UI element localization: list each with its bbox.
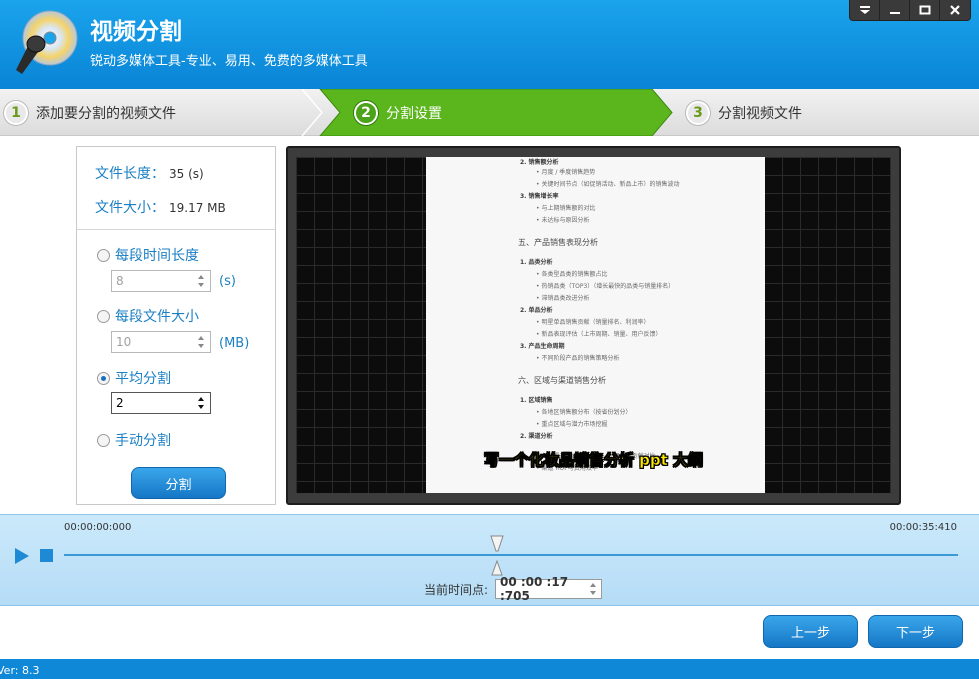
app-header: 视频分割 锐动多媒体工具-专业、易用、免费的多媒体工具 bbox=[0, 0, 979, 89]
document-line: • 关键时间节点（如促销活动、新品上市）的销售波动 bbox=[536, 181, 680, 188]
document-line: 2. 单品分析 bbox=[520, 307, 553, 314]
app-title: 视频分割 bbox=[90, 19, 182, 45]
timeline-track[interactable] bbox=[64, 554, 958, 556]
file-length-row: 文件长度： 35 (s) bbox=[95, 163, 204, 183]
file-size-row: 文件大小： 19.17 MB bbox=[95, 197, 226, 217]
step-label: 分割视频文件 bbox=[718, 105, 802, 122]
video-frame-document: 2. 销售额分析 • 月度 / 季度销售趋势 • 关键时间节点（如促销活动、新品上市… bbox=[426, 157, 765, 493]
document-line: 3. 销售增长率 bbox=[520, 193, 559, 200]
radio-per-duration[interactable] bbox=[97, 248, 110, 262]
version-label: Ver: 8.3 bbox=[0, 664, 40, 677]
step-number: 1 bbox=[4, 100, 28, 125]
split-button[interactable]: 分割 bbox=[131, 467, 226, 499]
document-line: • 未达标与原因分析 bbox=[536, 217, 590, 224]
video-preview: 2. 销售额分析 • 月度 / 季度销售趋势 • 关键时间节点（如促销活动、新品上市… bbox=[286, 146, 901, 505]
steps-bar: 1 添加要分割的视频文件 2 分割设置 3 分割视频文件 bbox=[0, 89, 979, 136]
step-2[interactable]: 2 分割设置 bbox=[354, 89, 442, 136]
document-line: • 不同阶段产品的销售策略分析 bbox=[536, 355, 620, 362]
document-line: • 滞销品类改进分析 bbox=[536, 295, 590, 302]
file-size-label: 文件大小： bbox=[95, 200, 165, 216]
step-number: 3 bbox=[686, 100, 710, 125]
document-line: 1. 品类分析 bbox=[520, 259, 553, 266]
size-stepper[interactable]: 10 bbox=[111, 331, 211, 353]
status-bar: Ver: 8.3 bbox=[0, 659, 979, 679]
start-time: 00:00:00:000 bbox=[64, 522, 132, 533]
timeline-slider-handle[interactable] bbox=[490, 535, 504, 577]
video-subtitle: 写一个化妆品销售分析 ppt 大纲 bbox=[483, 451, 704, 470]
radio-even-split[interactable] bbox=[97, 371, 110, 385]
document-line: 2. 销售额分析 bbox=[520, 159, 559, 166]
size-value: 10 bbox=[116, 335, 132, 349]
document-line: • 月度 / 季度销售趋势 bbox=[536, 169, 596, 176]
maximize-icon[interactable] bbox=[910, 0, 940, 20]
even-count-stepper[interactable]: 2 bbox=[111, 392, 211, 414]
document-line: • 各地区销售额分布（按省份划分） bbox=[536, 409, 632, 416]
option-label: 每段时间长度 bbox=[115, 248, 199, 264]
stepper-arrows-icon[interactable] bbox=[196, 334, 206, 350]
timeline-bar: 00:00:00:000 00:00:35:410 当前时间点: 00 :00 … bbox=[0, 514, 979, 606]
document-line: 1. 区域销售 bbox=[520, 397, 553, 404]
play-icon[interactable] bbox=[14, 547, 30, 565]
step-number: 2 bbox=[354, 100, 378, 125]
even-count-value: 2 bbox=[116, 396, 124, 410]
stepper-arrows-icon[interactable] bbox=[588, 582, 598, 596]
step-3[interactable]: 3 分割视频文件 bbox=[686, 89, 802, 136]
document-line: • 重点区域与潜力市场挖掘 bbox=[536, 421, 608, 428]
option-even-split[interactable]: 平均分割 bbox=[97, 368, 171, 388]
document-line: • 热销品类（TOP3）（增长最快的品类与销量排名） bbox=[536, 283, 675, 290]
option-per-size[interactable]: 每段文件大小 bbox=[97, 306, 199, 326]
document-line: 六、区域与渠道销售分析 bbox=[518, 376, 606, 385]
file-length-value: 35 (s) bbox=[169, 167, 204, 181]
stop-icon[interactable] bbox=[40, 549, 53, 562]
option-manual-split[interactable]: 手动分割 bbox=[97, 430, 171, 450]
stepper-arrows-icon[interactable] bbox=[196, 395, 206, 411]
file-size-value: 19.17 MB bbox=[169, 201, 226, 215]
step-1[interactable]: 1 添加要分割的视频文件 bbox=[4, 89, 176, 136]
option-label: 手动分割 bbox=[115, 433, 171, 449]
close-icon[interactable] bbox=[940, 0, 970, 20]
option-per-duration[interactable]: 每段时间长度 bbox=[97, 245, 199, 265]
document-line: 3. 产品生命周期 bbox=[520, 343, 565, 350]
option-label: 每段文件大小 bbox=[115, 309, 199, 325]
next-step-button[interactable]: 下一步 bbox=[868, 615, 963, 648]
end-time: 00:00:35:410 bbox=[889, 522, 957, 533]
document-line: • 与上期销售额的对比 bbox=[536, 205, 596, 212]
media-disc-mic-icon bbox=[16, 10, 78, 74]
window-controls bbox=[849, 0, 971, 21]
current-time-input[interactable]: 00 :00 :17 :705 bbox=[495, 575, 602, 603]
minimize-icon[interactable] bbox=[880, 0, 910, 20]
prev-step-button[interactable]: 上一步 bbox=[763, 615, 858, 648]
duration-value: 8 bbox=[116, 274, 124, 288]
current-time-value: 00 :00 :17 :705 bbox=[500, 575, 569, 603]
app-subtitle: 锐动多媒体工具-专业、易用、免费的多媒体工具 bbox=[90, 54, 368, 69]
option-label: 平均分割 bbox=[115, 371, 171, 387]
document-line: • 各类型品类的销售额占比 bbox=[536, 271, 608, 278]
video-canvas: 2. 销售额分析 • 月度 / 季度销售趋势 • 关键时间节点（如促销活动、新品上市… bbox=[296, 157, 891, 493]
divider bbox=[77, 229, 275, 230]
step-label: 分割设置 bbox=[386, 105, 442, 122]
split-settings-panel: 文件长度： 35 (s) 文件大小： 19.17 MB 每段时间长度 8 (s) 每… bbox=[76, 146, 276, 505]
duration-unit: (s) bbox=[219, 274, 236, 289]
document-line: • 明星单品销售贡献（销量排名、利润率） bbox=[536, 319, 650, 326]
current-time-label: 当前时间点: bbox=[424, 583, 489, 597]
step-label: 添加要分割的视频文件 bbox=[36, 105, 176, 122]
document-line: 五、产品销售表现分析 bbox=[518, 238, 598, 247]
radio-manual-split[interactable] bbox=[97, 433, 110, 447]
duration-stepper[interactable]: 8 bbox=[111, 270, 211, 292]
stepper-arrows-icon[interactable] bbox=[196, 273, 206, 289]
menu-icon[interactable] bbox=[850, 0, 880, 20]
radio-per-size[interactable] bbox=[97, 309, 110, 323]
size-unit: (MB) bbox=[219, 336, 250, 351]
document-line: • 新品表现评估（上市周期、销量、用户反馈） bbox=[536, 331, 662, 338]
file-length-label: 文件长度： bbox=[95, 166, 165, 182]
document-line: 2. 渠道分析 bbox=[520, 433, 553, 440]
